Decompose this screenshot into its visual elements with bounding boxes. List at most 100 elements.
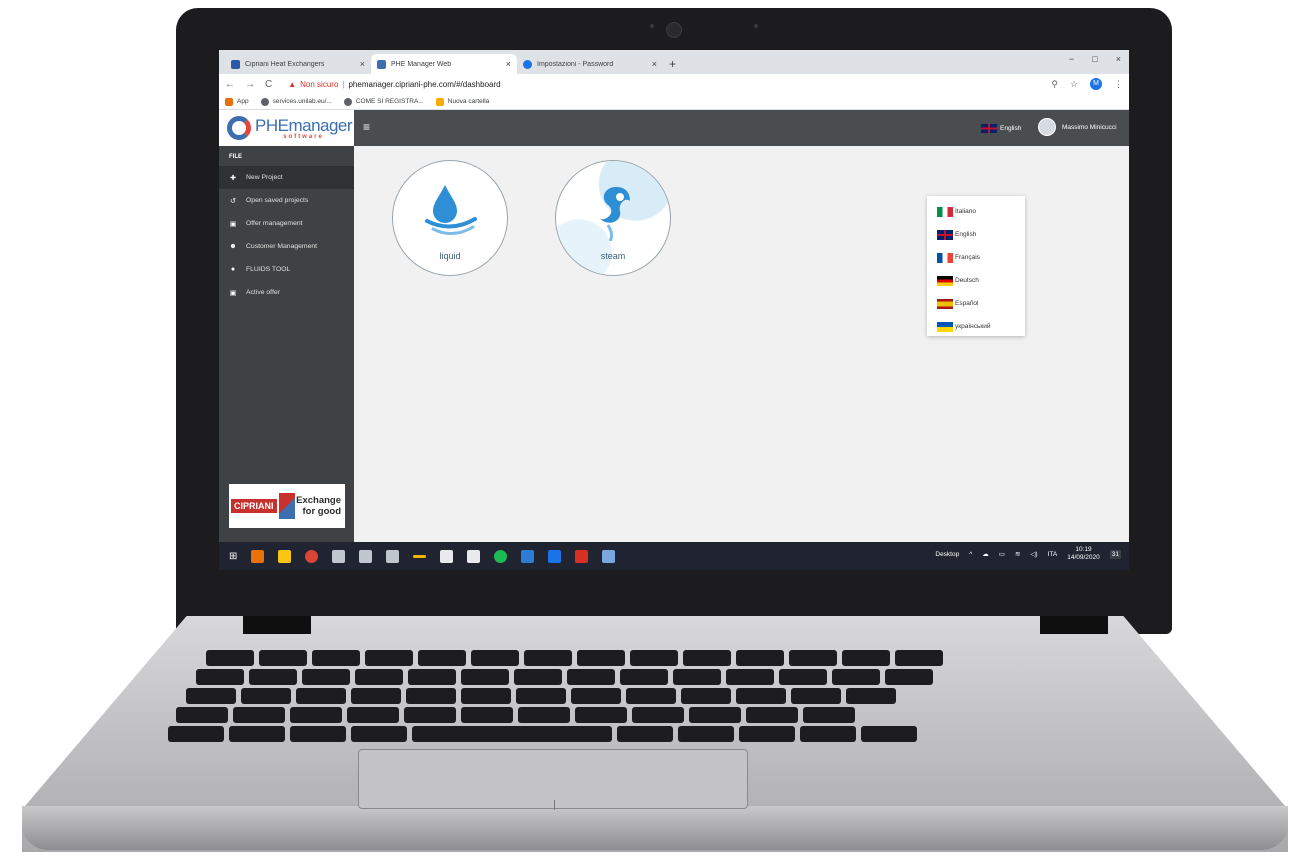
bookmark-folder[interactable]: Nuova cartella — [435, 97, 489, 106]
tab-close-icon[interactable]: × — [652, 59, 657, 69]
keyboard-key — [630, 650, 678, 666]
keyboard-key — [351, 688, 401, 704]
windows-taskbar: ⊞ Desktop ^ ☁ ▭ ≋ ◁) ITA 10:19 14/09/202… — [219, 542, 1129, 570]
minimize-button[interactable]: − — [1069, 54, 1074, 64]
laptop-base-edge — [22, 806, 1288, 850]
outlook-icon[interactable] — [251, 549, 265, 563]
app-icon[interactable] — [602, 549, 616, 563]
brand-tagline-1: Exchange — [296, 494, 341, 506]
profile-avatar[interactable]: M — [1090, 78, 1102, 90]
reload-icon[interactable]: C — [265, 79, 272, 90]
sidebar-item-new-project[interactable]: ✚ New Project — [219, 166, 354, 189]
france-flag-icon — [937, 252, 953, 263]
bookmark-apps[interactable]: App — [225, 97, 249, 106]
keyboard-key — [186, 688, 236, 704]
clock[interactable]: 10:19 14/09/2020 — [1067, 546, 1100, 563]
wifi-icon[interactable]: ≋ — [1015, 550, 1020, 558]
keyboard-key — [683, 650, 731, 666]
language-selector[interactable]: English — [981, 124, 1021, 133]
acrobat-icon[interactable] — [575, 549, 589, 563]
zoom-icon[interactable]: ⚲ — [1051, 79, 1058, 90]
app-logo[interactable]: PHEmanager software — [219, 110, 354, 146]
keyboard-key — [846, 688, 896, 704]
security-label[interactable]: Non sicuro — [300, 80, 338, 89]
maximize-button[interactable]: □ — [1092, 54, 1097, 64]
user-menu[interactable]: Massimo Minicucci — [1038, 118, 1117, 136]
language-option-italiano[interactable]: Italiano — [927, 200, 1025, 223]
warning-icon[interactable]: ▲ — [288, 80, 296, 89]
forward-arrow-icon[interactable]: → — [245, 79, 255, 90]
spotify-icon[interactable] — [494, 549, 508, 563]
keyboard-key — [206, 650, 254, 666]
app-icon[interactable] — [332, 549, 346, 563]
app-icon[interactable] — [440, 549, 454, 563]
keyboard-key — [726, 669, 774, 685]
keyboard-key — [803, 707, 855, 723]
keyboard-key — [233, 707, 285, 723]
bookmark-registra[interactable]: COME SI REGISTRA... — [343, 97, 424, 106]
app-icon[interactable] — [359, 549, 373, 563]
tab-close-icon[interactable]: × — [360, 59, 365, 69]
chrome-icon[interactable] — [305, 549, 319, 563]
card-icon: ▣ — [229, 289, 237, 297]
app-icon[interactable] — [413, 554, 427, 558]
hamburger-menu-icon[interactable]: ≡ — [363, 120, 370, 134]
keyboard-key — [736, 650, 784, 666]
keyboard-key — [471, 650, 519, 666]
battery-icon[interactable]: ▭ — [999, 550, 1005, 558]
app-icon[interactable] — [467, 549, 481, 563]
keyboard-key — [789, 650, 837, 666]
favicon-icon — [377, 59, 386, 69]
tray-chevron-icon[interactable]: ^ — [969, 551, 972, 558]
new-tab-button[interactable]: + — [669, 54, 676, 74]
keyboard-key — [516, 688, 566, 704]
sidebar-item-open-saved-projects[interactable]: ↺ Open saved projects — [219, 189, 354, 212]
language-option-francais[interactable]: Français — [927, 246, 1025, 269]
bookmark-star-icon[interactable]: ☆ — [1070, 79, 1078, 90]
fluid-steam-button[interactable]: steam — [555, 160, 671, 276]
keyboard-key — [461, 707, 513, 723]
notification-icon[interactable]: 31 — [1109, 549, 1121, 559]
browser-tab-cipriani[interactable]: Cipriani Heat Exchangers × — [225, 54, 371, 74]
language-option-english[interactable]: English — [927, 223, 1025, 246]
keyboard-key — [347, 707, 399, 723]
keyboard-key — [461, 688, 511, 704]
keyboard-key — [524, 650, 572, 666]
close-window-button[interactable]: × — [1116, 54, 1121, 64]
language-label: English — [1000, 125, 1022, 132]
brand-flag-icon — [278, 493, 295, 519]
spain-flag-icon — [937, 298, 953, 309]
browser-tab-password-settings[interactable]: Impostazioni - Password × — [517, 54, 663, 74]
user-name: Massimo Minicucci — [1062, 123, 1117, 131]
cloud-icon[interactable]: ☁ — [982, 550, 989, 558]
uk-flag-icon — [937, 229, 953, 240]
file-explorer-icon[interactable] — [278, 549, 292, 563]
volume-icon[interactable]: ◁) — [1030, 550, 1037, 558]
back-arrow-icon[interactable]: ← — [225, 79, 235, 90]
tab-close-icon[interactable]: × — [506, 59, 511, 69]
keyboard-key — [518, 707, 570, 723]
desktop-label[interactable]: Desktop — [935, 551, 959, 558]
language-option-espanol[interactable]: Español — [927, 292, 1025, 315]
app-icon[interactable] — [521, 549, 535, 563]
language-option-deutsch[interactable]: Deutsch — [927, 269, 1025, 292]
fluid-liquid-button[interactable]: liquid — [392, 160, 508, 276]
app-icon[interactable] — [386, 549, 400, 563]
browser-tab-phe-manager[interactable]: PHE Manager Web × — [371, 54, 517, 74]
browser-menu-icon[interactable]: ⋮ — [1114, 79, 1123, 90]
user-avatar — [1038, 118, 1056, 136]
input-language[interactable]: ITA — [1048, 551, 1058, 558]
keyboard-key — [412, 726, 612, 742]
hinge — [1040, 616, 1108, 634]
url-field[interactable]: phemanager.cipriani-phe.com/#/dashboard — [348, 80, 1051, 89]
bookmark-services[interactable]: services.unilab.eu/... — [260, 97, 332, 106]
language-option-ukrainian[interactable]: український — [927, 315, 1025, 338]
windows-start-icon[interactable]: ⊞ — [229, 551, 237, 562]
sidebar-item-offer-management[interactable]: ▣ Offer management — [219, 212, 354, 235]
sidebar-item-fluids-tool[interactable]: ● FLUIDS TOOL — [219, 258, 354, 281]
app-icon[interactable] — [548, 549, 562, 563]
italy-flag-icon — [937, 206, 953, 217]
window-controls: − □ × — [1069, 54, 1121, 64]
sidebar-item-active-offer[interactable]: ▣ Active offer — [219, 281, 354, 304]
sidebar-item-customer-management[interactable]: ☻ Customer Management — [219, 235, 354, 258]
